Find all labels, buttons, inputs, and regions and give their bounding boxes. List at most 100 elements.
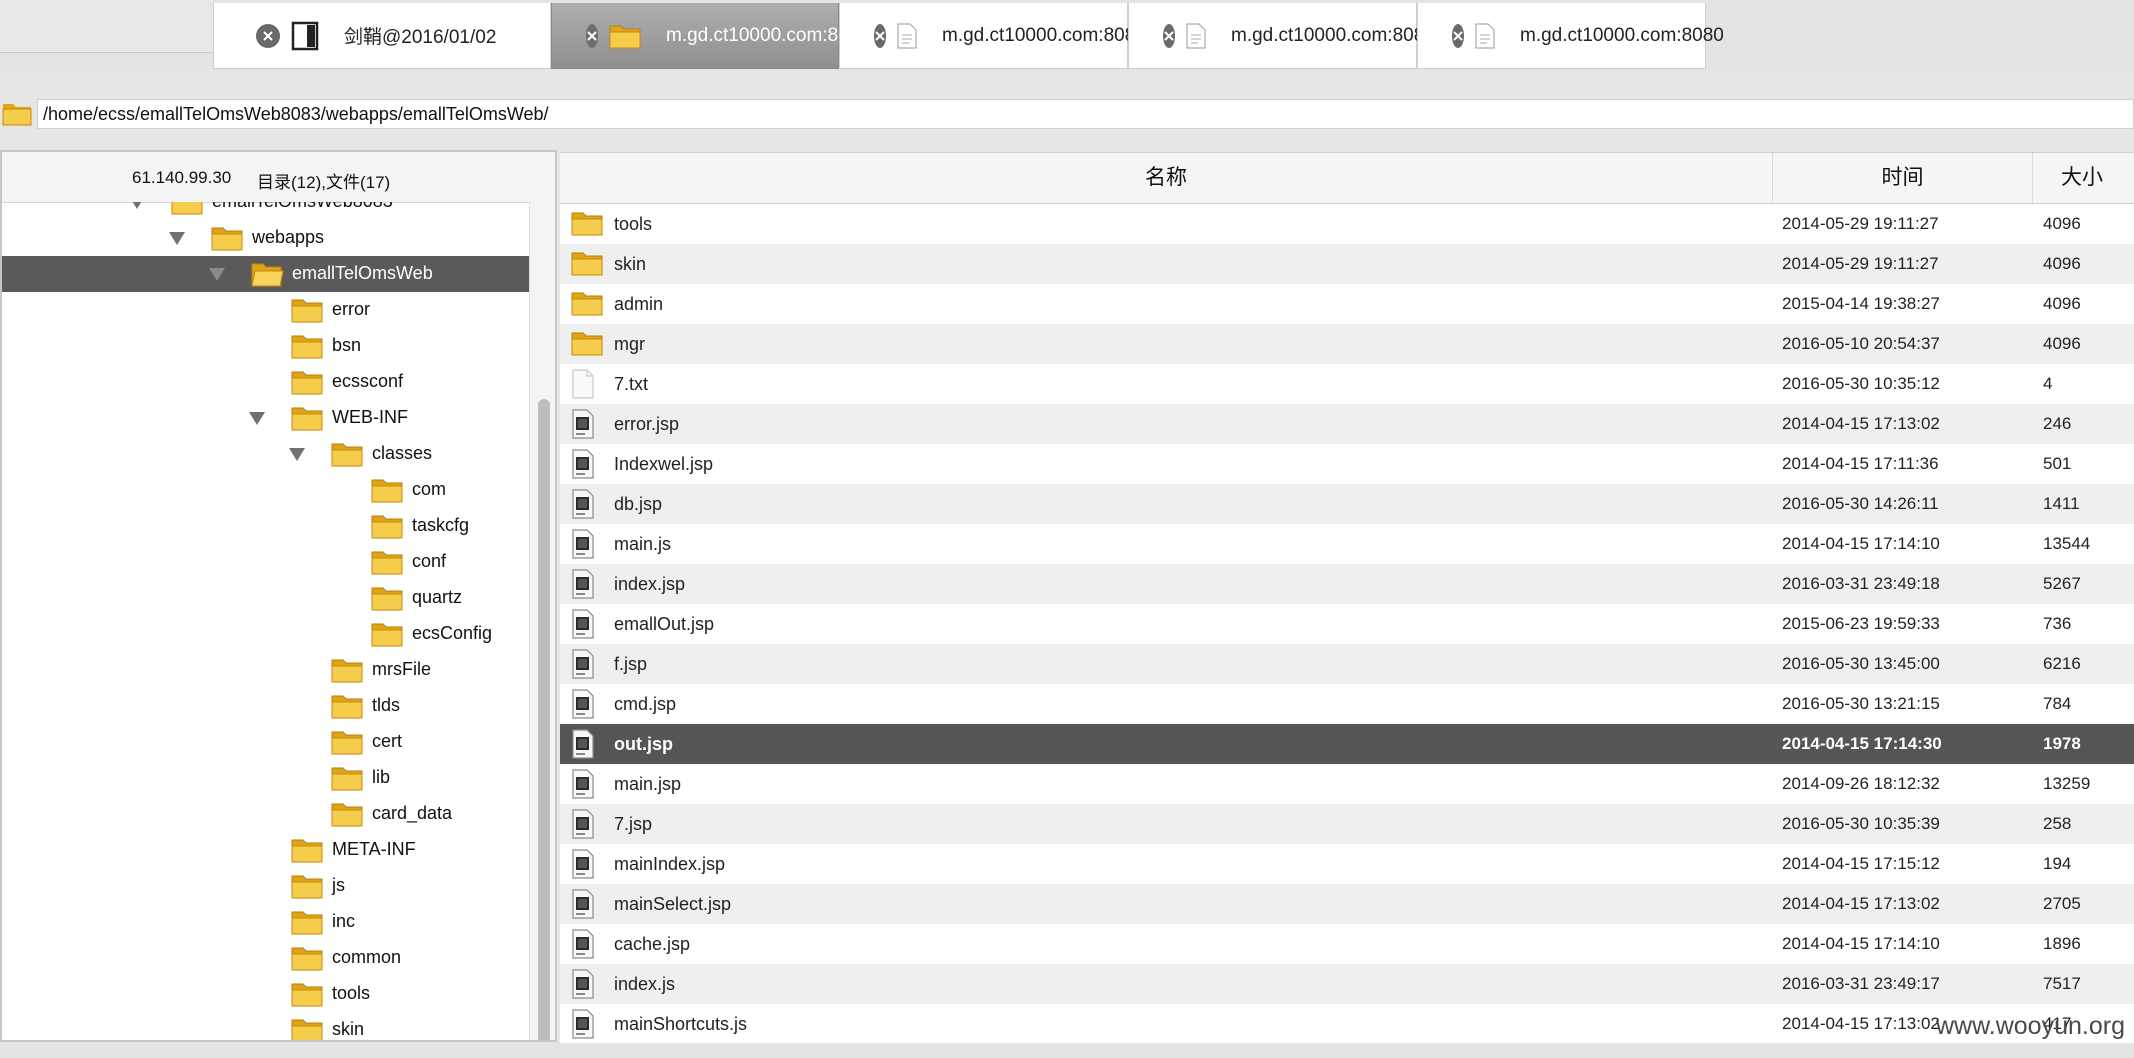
column-header-time[interactable]: 时间 xyxy=(1773,153,2033,203)
tree-node[interactable]: mrsFile xyxy=(2,652,529,688)
tree-node[interactable]: ecssconf xyxy=(2,364,529,400)
file-row[interactable]: main.js 2014-04-15 17:14:10 13544 xyxy=(560,524,2134,564)
tree-node[interactable]: ecsConfig xyxy=(2,616,529,652)
file-time: 2014-04-15 17:14:10 xyxy=(1782,534,1940,553)
expand-arrow-icon[interactable] xyxy=(169,232,185,245)
close-icon[interactable] xyxy=(1163,23,1175,48)
file-row[interactable]: mainSelect.jsp 2014-04-15 17:13:02 2705 xyxy=(560,884,2134,924)
tree-node[interactable]: webapps xyxy=(2,220,529,256)
tree-node-label: tlds xyxy=(372,695,401,715)
file-row[interactable]: error.jsp 2014-04-15 17:13:02 246 xyxy=(560,404,2134,444)
file-row[interactable]: skin 2014-05-29 19:11:27 4096 xyxy=(560,244,2134,284)
folder-icon xyxy=(570,209,604,242)
tree-node-label: emallTelOmsWeb8083 xyxy=(212,202,393,212)
tree-node-label: error xyxy=(332,299,371,319)
file-row[interactable]: index.js 2016-03-31 23:49:17 7517 xyxy=(560,964,2134,1004)
close-icon[interactable] xyxy=(586,23,598,48)
file-row[interactable]: out.jsp 2014-04-15 17:14:30 1978 xyxy=(560,724,2134,764)
tree-node[interactable]: bsn xyxy=(2,328,529,364)
file-time: 2016-05-30 10:35:39 xyxy=(1782,814,1940,833)
folder-icon xyxy=(290,908,324,941)
tree-node[interactable]: cert xyxy=(2,724,529,760)
folder-icon xyxy=(290,980,324,1013)
tab-2[interactable]: m.gd.ct10000.com:8080 xyxy=(551,3,870,69)
expand-arrow-icon[interactable] xyxy=(129,202,145,209)
tree-node[interactable]: card_data xyxy=(2,796,529,832)
tab-list: 剑鞘@2016/01/02 m.gd.ct10000.com:8080 m.gd.c… xyxy=(213,3,1724,69)
tree-node-label: webapps xyxy=(252,227,325,247)
script-file-icon xyxy=(570,809,596,844)
file-row[interactable]: mainIndex.jsp 2014-04-15 17:15:12 194 xyxy=(560,844,2134,884)
file-row[interactable]: 7.jsp 2016-05-30 10:35:39 258 xyxy=(560,804,2134,844)
close-icon[interactable] xyxy=(874,23,886,48)
tree-node[interactable]: tlds xyxy=(2,688,529,724)
file-row[interactable]: 7.txt 2016-05-30 10:35:12 4 xyxy=(560,364,2134,404)
tree-rows: emallTelOmsWeb8083 webapps emallTelOmsWeb e… xyxy=(2,202,529,1040)
tree-node[interactable]: emallTelOmsWeb8083 xyxy=(2,202,529,220)
tab-4[interactable]: m.gd.ct10000.com:8080 xyxy=(1128,3,1435,69)
file-size: 246 xyxy=(2043,414,2072,433)
tab-1[interactable]: 剑鞘@2016/01/02 xyxy=(213,3,551,69)
file-size: 194 xyxy=(2043,854,2072,873)
expand-arrow-icon[interactable] xyxy=(289,448,305,461)
tree-node[interactable]: emallTelOmsWeb xyxy=(2,256,529,292)
expand-arrow-icon[interactable] xyxy=(209,268,225,281)
watermark: www.wooyun.org xyxy=(1936,1012,2125,1040)
tree-node[interactable]: tools xyxy=(2,976,529,1012)
file-time: 2014-05-29 19:11:27 xyxy=(1782,214,1939,233)
tree-scrollbar-thumb[interactable] xyxy=(538,399,550,1040)
file-row[interactable]: mgr 2016-05-10 20:54:37 4096 xyxy=(560,324,2134,364)
file-size: 13259 xyxy=(2043,774,2091,793)
file-row[interactable]: emallOut.jsp 2015-06-23 19:59:33 736 xyxy=(560,604,2134,644)
file-icon xyxy=(896,22,918,49)
file-size: 5267 xyxy=(2043,574,2081,593)
expand-arrow-icon[interactable] xyxy=(249,412,265,425)
file-size: 501 xyxy=(2043,454,2072,473)
file-row[interactable]: cache.jsp 2014-04-15 17:14:10 1896 xyxy=(560,924,2134,964)
tree-node-label: WEB-INF xyxy=(332,407,408,427)
close-icon[interactable] xyxy=(1452,23,1464,48)
tab-5[interactable]: m.gd.ct10000.com:8080 xyxy=(1417,3,1724,69)
close-icon[interactable] xyxy=(256,23,280,48)
tree-node-label: emallTelOmsWeb xyxy=(292,263,433,283)
tab-label: 剑鞘@2016/01/02 xyxy=(344,27,497,48)
file-row[interactable]: index.jsp 2016-03-31 23:49:18 5267 xyxy=(560,564,2134,604)
tree-node[interactable]: common xyxy=(2,940,529,976)
tree-node[interactable]: js xyxy=(2,868,529,904)
tree-node[interactable]: conf xyxy=(2,544,529,580)
tree-node[interactable]: quartz xyxy=(2,580,529,616)
file-row[interactable]: Indexwel.jsp 2014-04-15 17:11:36 501 xyxy=(560,444,2134,484)
column-header-name[interactable]: 名称 xyxy=(560,153,1773,203)
file-row[interactable]: cmd.jsp 2016-05-30 13:21:15 784 xyxy=(560,684,2134,724)
file-time: 2016-05-30 14:26:11 xyxy=(1782,494,1939,513)
file-icon xyxy=(1474,22,1496,49)
tree-node-label: com xyxy=(412,479,447,499)
file-row[interactable]: f.jsp 2016-05-30 13:45:00 6216 xyxy=(560,644,2134,684)
file-row[interactable]: mainShortcuts.js 2014-04-15 17:13:02 417 xyxy=(560,1004,2134,1043)
path-bar: /home/ecss/emallTelOmsWeb8083/webapps/em… xyxy=(0,96,2134,134)
tree-scrollbar[interactable] xyxy=(529,202,555,1040)
file-row[interactable]: db.jsp 2016-05-30 14:26:11 1411 xyxy=(560,484,2134,524)
folder-icon xyxy=(250,260,284,293)
tab-3[interactable]: m.gd.ct10000.com:8080 xyxy=(839,3,1146,69)
file-row[interactable]: admin 2015-04-14 19:38:27 4096 xyxy=(560,284,2134,324)
file-row[interactable]: main.jsp 2014-09-26 18:12:32 13259 xyxy=(560,764,2134,804)
tree-node[interactable]: lib xyxy=(2,760,529,796)
tree-node-label: card_data xyxy=(372,803,453,823)
tree-node[interactable]: error xyxy=(2,292,529,328)
tree-node[interactable]: com xyxy=(2,472,529,508)
tree-node[interactable]: taskcfg xyxy=(2,508,529,544)
file-name: index.js xyxy=(614,974,676,994)
tree-node[interactable]: inc xyxy=(2,904,529,940)
tree-node[interactable]: skin xyxy=(2,1012,529,1040)
tree-node[interactable]: WEB-INF xyxy=(2,400,529,436)
file-name: out.jsp xyxy=(614,734,673,754)
window-icon xyxy=(290,21,320,51)
path-input[interactable]: /home/ecss/emallTelOmsWeb8083/webapps/em… xyxy=(37,99,2134,129)
tree-node[interactable]: META-INF xyxy=(2,832,529,868)
tree-node[interactable]: classes xyxy=(2,436,529,472)
column-header-size[interactable]: 大小 xyxy=(2033,153,2134,203)
file-row[interactable]: tools 2014-05-29 19:11:27 4096 xyxy=(560,204,2134,244)
folder-icon xyxy=(370,584,404,617)
folder-icon xyxy=(370,548,404,581)
